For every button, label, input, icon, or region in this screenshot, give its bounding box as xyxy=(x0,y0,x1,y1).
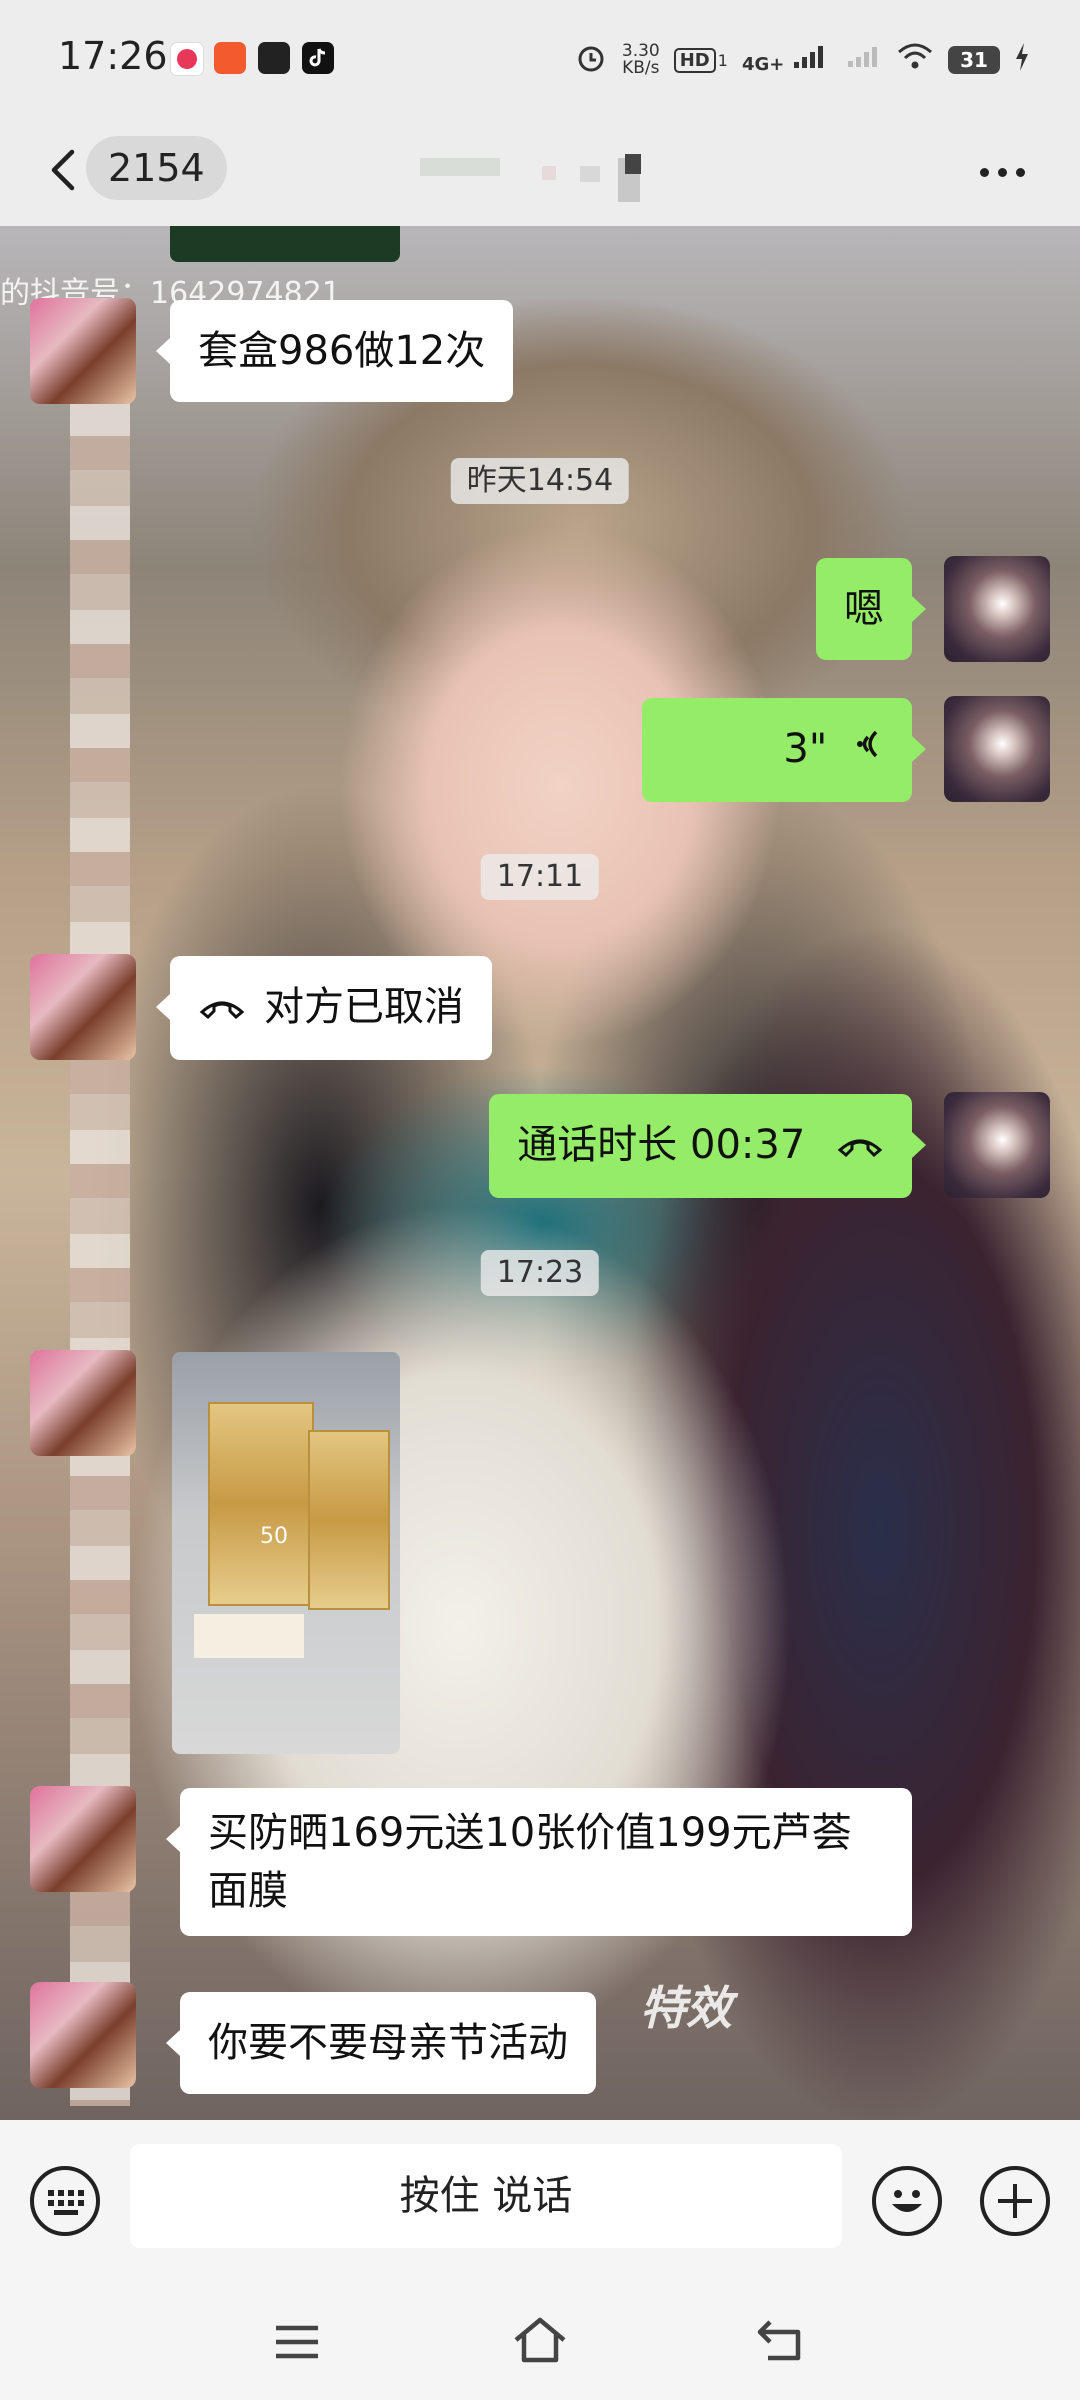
battery-level: 31 xyxy=(960,48,988,72)
contact-avatar[interactable] xyxy=(30,1350,136,1456)
chat-header: 2154 xyxy=(0,118,1080,226)
product-box-front: 50 xyxy=(208,1402,314,1606)
product-box-side xyxy=(308,1430,390,1610)
self-avatar[interactable] xyxy=(944,1092,1050,1198)
unread-count-badge[interactable]: 2154 xyxy=(86,136,227,200)
wallpaper-badge xyxy=(170,226,400,262)
tiktok-notification-icon xyxy=(302,42,334,74)
status-bar: 17:26 3.30 KB/s HD 1 4G+ 31 xyxy=(0,0,1080,118)
contact-avatar[interactable] xyxy=(30,954,136,1060)
status-time: 17:26 xyxy=(58,34,168,78)
plus-icon[interactable] xyxy=(980,2166,1050,2236)
message-sent[interactable]: 嗯 xyxy=(816,558,926,660)
seal-notification-icon xyxy=(258,42,290,74)
wallpaper-effect-text: 特效 xyxy=(640,1981,732,2035)
contact-name-redacted xyxy=(420,140,670,204)
keyboard-icon[interactable] xyxy=(30,2166,100,2236)
message-received[interactable]: 买防晒169元送10张价值199元芦荟面膜 xyxy=(166,1788,912,1936)
system-nav-bar xyxy=(0,2280,1080,2400)
hd-badge: HD xyxy=(673,47,716,73)
battery-icon: 31 xyxy=(948,46,1000,74)
call-cancelled-message[interactable]: 对方已取消 xyxy=(156,956,492,1060)
hangup-icon xyxy=(836,1096,884,1198)
net-speed: 3.30 KB/s xyxy=(622,43,660,77)
emoji-icon[interactable] xyxy=(872,2166,942,2236)
alarm-icon xyxy=(574,40,608,80)
contact-avatar[interactable] xyxy=(30,298,136,404)
call-duration-text: 通话时长 00:37 xyxy=(517,1122,806,1168)
input-bar: 按住 说话 xyxy=(0,2120,1080,2280)
menu-icon[interactable] xyxy=(272,2320,322,2368)
chat-area[interactable]: 的抖音号：1642974821 套盒986做12次 昨天14:54 嗯 3" 1… xyxy=(0,226,1080,2120)
timestamp: 17:11 xyxy=(480,854,600,900)
self-avatar[interactable] xyxy=(944,556,1050,662)
voice-duration: 3" xyxy=(783,726,828,772)
timestamp: 昨天14:54 xyxy=(450,458,630,504)
home-icon[interactable] xyxy=(510,2314,570,2370)
call-duration-message[interactable]: 通话时长 00:37 xyxy=(489,1094,926,1198)
message-received[interactable]: 套盒986做12次 xyxy=(155,300,514,402)
signal-bars-icon xyxy=(794,46,823,68)
contact-avatar[interactable] xyxy=(30,1786,136,1892)
net-speed-unit: KB/s xyxy=(622,58,660,78)
signal-empty-icon xyxy=(846,45,882,75)
more-icon[interactable] xyxy=(980,152,1040,192)
back-nav-icon[interactable] xyxy=(754,2316,810,2368)
wifi-icon xyxy=(896,42,934,78)
hold-to-talk-button[interactable]: 按住 说话 xyxy=(130,2144,842,2248)
app-notification-icon xyxy=(170,42,204,76)
self-avatar[interactable] xyxy=(944,696,1050,802)
timestamp: 17:23 xyxy=(480,1250,600,1296)
image-message[interactable]: 50 xyxy=(172,1352,400,1754)
voice-message-sent[interactable]: 3" xyxy=(642,698,926,802)
call-cancelled-text: 对方已取消 xyxy=(264,984,464,1030)
taobao-notification-icon xyxy=(214,42,246,74)
hd-label: HD xyxy=(679,49,710,71)
product-mark: 50 xyxy=(260,1524,288,1549)
hangup-icon xyxy=(198,958,246,1060)
message-received[interactable]: 你要不要母亲节活动 xyxy=(166,1992,596,2094)
network-label: 4G+ xyxy=(741,54,785,75)
price-tag xyxy=(194,1614,304,1658)
hd-sub: 1 xyxy=(717,50,728,70)
voice-wave-icon xyxy=(850,700,884,802)
signal-4g: 4G+ xyxy=(742,44,832,76)
contact-avatar[interactable] xyxy=(30,1982,136,2088)
charging-icon xyxy=(1014,43,1030,77)
